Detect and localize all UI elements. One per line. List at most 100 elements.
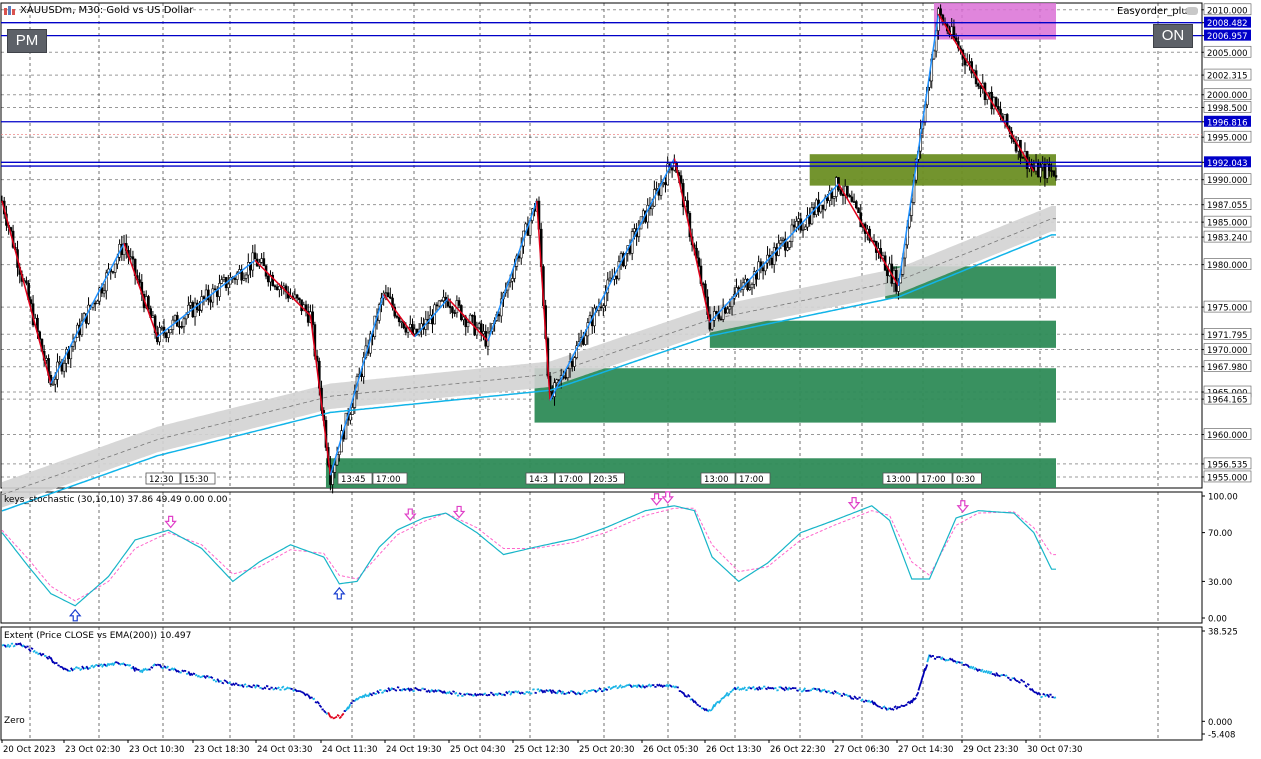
extent-line-segment [915, 691, 920, 697]
candle-body [852, 201, 856, 203]
extent-line-segment [975, 668, 980, 673]
extent-line-segment [97, 664, 100, 668]
session-time-label: 17:00 [921, 475, 946, 485]
extent-line-segment [955, 660, 960, 665]
extent-line-segment [933, 657, 937, 660]
extent-line-segment [409, 687, 414, 692]
candle-body [400, 321, 403, 323]
extent-tick-label: 0.000 [1208, 718, 1232, 728]
session-time-label: 13:45 [341, 475, 366, 485]
candle-body [564, 377, 567, 379]
extent-line-segment [400, 688, 405, 692]
candle-body [29, 299, 33, 305]
extent-line-segment [154, 663, 158, 667]
candle-body [608, 277, 612, 281]
candle-body [566, 368, 570, 379]
extent-line-segment [389, 687, 394, 691]
expert-hat-icon[interactable] [1186, 7, 1198, 15]
pm-button[interactable]: PM [7, 29, 47, 53]
extent-line-segment [203, 675, 207, 679]
extent-line-segment [236, 683, 240, 687]
candle-body [602, 305, 605, 309]
candle-body [262, 258, 266, 267]
on-button[interactable]: ON [1153, 24, 1193, 48]
session-time-label: 13:00 [704, 475, 729, 485]
extent-line-segment [634, 684, 637, 687]
time-axis-label: 27 Oct 14:30 [898, 745, 953, 755]
extent-title: Extent (Price CLOSE vs EMA(200)) 10.497 [4, 631, 191, 641]
extent-line-segment [1017, 680, 1021, 684]
candle-body [517, 255, 521, 259]
extent-line-segment [121, 662, 125, 666]
extent-line-segment [784, 686, 789, 691]
extent-line-segment [704, 707, 709, 712]
price-tick-label: 2005.000 [1207, 49, 1248, 59]
extent-line-segment [673, 685, 678, 689]
candle-body [169, 329, 172, 334]
candle-body [803, 226, 807, 230]
session-time-label: 15:30 [184, 475, 209, 485]
extent-panel-frame [0, 626, 1203, 741]
candle-body [233, 278, 237, 280]
extent-line-segment [72, 667, 76, 671]
time-axis-label: 23 Oct 10:30 [129, 745, 184, 755]
candle-body [968, 61, 971, 63]
extent-line-segment [221, 681, 225, 685]
candle-body [275, 286, 279, 290]
extent-line-segment [898, 705, 901, 709]
trading-chart[interactable]: 12:30 15:30 13:45 17:00 14:3 17:00 20:35 13:00 1… [0, 0, 1261, 759]
extent-line-segment [1030, 688, 1035, 693]
candle-body [979, 85, 982, 89]
extent-zero-label: Zero [4, 716, 25, 726]
extent-line-segment [367, 692, 372, 698]
extent-line-segment [81, 665, 85, 670]
extent-line-segment [376, 690, 380, 695]
extent-line-segment [1004, 674, 1008, 677]
extent-line-segment [709, 709, 713, 712]
extent-line-segment [693, 700, 698, 705]
extent-line-segment [924, 664, 929, 671]
extent-line-segment [185, 672, 189, 676]
extent-line-segment [85, 665, 90, 671]
stochastic-signal-line [1, 507, 1056, 602]
extent-line-segment [145, 668, 149, 672]
extent-line-segment [469, 693, 473, 696]
extent-line-segment [362, 693, 367, 699]
extent-line-segment [112, 661, 116, 667]
extent-line-segment [318, 704, 323, 709]
candle-body [278, 285, 281, 290]
candle-body [62, 363, 66, 372]
zigzag-segment [837, 183, 900, 287]
candle-body [413, 328, 417, 335]
extent-line-segment [682, 692, 687, 698]
candle-body [988, 91, 991, 94]
extent-line-segment [254, 684, 258, 689]
candle-body [761, 267, 765, 272]
extent-line-segment [216, 678, 221, 683]
candle-body [448, 305, 452, 309]
extent-line-segment [944, 658, 948, 662]
candle-body [573, 357, 576, 367]
extent-line-segment [888, 707, 893, 711]
time-axis-label: 23 Oct 02:30 [65, 745, 120, 755]
extent-line-segment [52, 661, 56, 665]
candle-body [781, 238, 785, 241]
extent-line-segment [294, 688, 298, 693]
extent-line-segment [691, 698, 696, 704]
candle-body [58, 361, 61, 364]
extent-line-segment [240, 683, 245, 689]
extent-line-segment [327, 712, 332, 718]
time-axis-label: 24 Oct 11:30 [322, 745, 377, 755]
extent-line-segment [953, 659, 957, 663]
extent-line-segment [523, 692, 526, 695]
chart-type-icon [3, 5, 17, 17]
stochastic-tick-label: 70.00 [1208, 529, 1232, 539]
extent-line-segment [735, 686, 740, 690]
candle-body [440, 300, 443, 302]
time-axis-label: 20 Oct 2023 [3, 745, 56, 755]
extent-line-segment [848, 695, 853, 700]
extent-line-segment [34, 651, 38, 655]
extent-line-segment [706, 708, 711, 713]
candle-body [1039, 167, 1042, 178]
extent-line-segment [966, 664, 971, 669]
